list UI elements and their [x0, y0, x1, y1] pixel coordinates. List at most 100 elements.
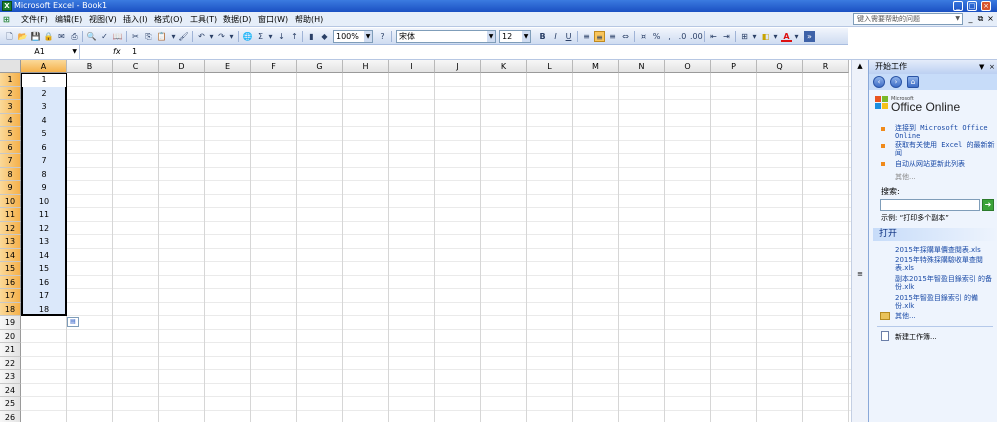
row-header[interactable]: 15 — [0, 262, 21, 276]
menu-file[interactable]: 文件(F) — [20, 14, 49, 25]
recent-file[interactable]: 2015年採購單價查閱表.xls — [895, 246, 995, 254]
scroll-up-icon[interactable]: ▲ — [854, 62, 866, 70]
chevron-down-icon[interactable]: ▼ — [364, 31, 372, 42]
minimize-icon[interactable]: _ — [953, 1, 963, 11]
row-header[interactable]: 8 — [0, 167, 21, 181]
research-icon[interactable]: 📖 — [112, 31, 123, 42]
row-header[interactable]: 7 — [0, 154, 21, 168]
cell-area[interactable] — [21, 73, 851, 422]
recent-file[interactable]: 副本2015年智盈目錄索引 的备份.xlk — [895, 275, 995, 291]
column-header[interactable]: P — [711, 60, 757, 73]
row-header[interactable]: 16 — [0, 275, 21, 289]
forward-icon[interactable]: › — [890, 76, 902, 88]
cell-a[interactable]: 6 — [21, 141, 67, 155]
maximize-icon[interactable]: □ — [967, 1, 977, 11]
link-latest-news[interactable]: 获取有关使用 Excel 的最新新闻 — [895, 141, 995, 157]
row-header[interactable]: 22 — [0, 356, 21, 370]
align-center-icon[interactable]: ≡ — [594, 31, 605, 42]
back-icon[interactable]: ‹ — [873, 76, 885, 88]
cell-a[interactable]: 15 — [21, 262, 67, 276]
redo-dropdown-icon[interactable]: ▾ — [226, 31, 237, 42]
row-header[interactable]: 25 — [0, 397, 21, 411]
column-header[interactable]: L — [527, 60, 573, 73]
insert-function-button[interactable]: fx — [113, 46, 121, 58]
email-icon[interactable]: ✉ — [56, 31, 67, 42]
row-header[interactable]: 19 — [0, 316, 21, 330]
scroll-thumb-grip-icon[interactable]: ≡ — [854, 270, 866, 278]
row-header[interactable]: 24 — [0, 383, 21, 397]
menu-view[interactable]: 视图(V) — [88, 14, 118, 25]
row-header[interactable]: 26 — [0, 410, 21, 422]
row-header[interactable]: 4 — [0, 113, 21, 127]
save-icon[interactable]: 💾 — [30, 31, 41, 42]
new-workbook-link[interactable]: 新建工作簿... — [895, 333, 995, 341]
row-header[interactable]: 3 — [0, 100, 21, 114]
column-header[interactable]: A — [21, 60, 67, 73]
column-header[interactable]: J — [435, 60, 481, 73]
cell-a[interactable]: 14 — [21, 249, 67, 263]
row-header[interactable]: 21 — [0, 343, 21, 357]
row-header[interactable]: 18 — [0, 302, 21, 316]
chevron-down-icon[interactable]: ▼ — [72, 45, 77, 59]
open-more-link[interactable]: 其他... — [895, 312, 995, 320]
home-icon[interactable]: ⌂ — [907, 76, 919, 88]
row-header[interactable]: 1 — [0, 73, 21, 87]
font-size-select[interactable]: 12 ▼ — [499, 30, 531, 43]
row-header[interactable]: 6 — [0, 140, 21, 154]
borders-dropdown-icon[interactable]: ▾ — [749, 31, 760, 42]
font-select[interactable]: 宋体 ▼ — [396, 30, 496, 43]
vertical-scrollbar[interactable]: ▲ ≡ — [851, 60, 868, 422]
link-auto-update[interactable]: 自动从网站更新此列表 — [895, 160, 995, 168]
row-header[interactable]: 13 — [0, 235, 21, 249]
format-painter-icon[interactable]: 🖌 — [178, 31, 189, 42]
formula-input[interactable]: 1 — [132, 45, 137, 59]
cell-a[interactable]: 3 — [21, 100, 67, 114]
row-header[interactable]: 5 — [0, 127, 21, 141]
column-header[interactable]: B — [67, 60, 113, 73]
help-icon[interactable]: ? — [377, 31, 388, 42]
cell-a[interactable]: 13 — [21, 235, 67, 249]
print-icon[interactable]: ⎙ — [69, 31, 80, 42]
recent-file[interactable]: 2015年智盈目錄索引 的備份.xlk — [895, 294, 995, 310]
open-icon[interactable]: 📂 — [17, 31, 28, 42]
cell-a[interactable]: 5 — [21, 127, 67, 141]
increase-indent-icon[interactable]: ⇥ — [721, 31, 732, 42]
row-header[interactable]: 10 — [0, 194, 21, 208]
chevron-down-icon[interactable]: ▼ — [955, 14, 960, 24]
column-header[interactable]: G — [297, 60, 343, 73]
column-header[interactable]: C — [113, 60, 159, 73]
cell-a[interactable]: 1 — [21, 73, 67, 87]
cell-a[interactable]: 12 — [21, 222, 67, 236]
new-icon[interactable]: 🗋 — [4, 31, 15, 42]
copy-icon[interactable]: ⎘ — [143, 31, 154, 42]
sort-descending-icon[interactable]: ↑ — [289, 31, 300, 42]
currency-icon[interactable]: ¤ — [638, 31, 649, 42]
menu-format[interactable]: 格式(O) — [153, 14, 184, 25]
auto-fill-options-icon[interactable]: ▤ — [67, 317, 79, 327]
close-icon[interactable]: × — [981, 1, 991, 11]
cell-a[interactable]: 2 — [21, 87, 67, 101]
doc-minimize-icon[interactable]: _ — [966, 14, 975, 24]
permission-icon[interactable]: 🔒 — [43, 31, 54, 42]
align-left-icon[interactable]: ≡ — [581, 31, 592, 42]
column-header[interactable]: M — [573, 60, 619, 73]
spelling-icon[interactable]: ✓ — [99, 31, 110, 42]
row-header[interactable]: 2 — [0, 86, 21, 100]
worksheet-grid[interactable]: ABCDEFGHIJKLMNOPQR 1 2 3 4 5 6 7 8 9 10 11 12 13 14 15… — [0, 60, 851, 422]
percent-style-button[interactable]: % — [651, 31, 662, 42]
more-link[interactable]: 其他... — [895, 172, 916, 182]
row-header[interactable]: 12 — [0, 221, 21, 235]
task-pane-title[interactable]: 开始工作 — [875, 62, 907, 71]
print-preview-icon[interactable]: 🔍 — [86, 31, 97, 42]
toolbar-options-icon[interactable]: » — [804, 31, 815, 42]
column-header[interactable]: H — [343, 60, 389, 73]
row-header[interactable]: 20 — [0, 329, 21, 343]
link-connect-online[interactable]: 连接到 Microsoft Office Online — [895, 124, 995, 140]
cell-a[interactable]: 18 — [21, 303, 67, 317]
menu-data[interactable]: 数据(D) — [222, 14, 252, 25]
hyperlink-icon[interactable]: 🌐 — [242, 31, 253, 42]
sort-ascending-icon[interactable]: ↓ — [276, 31, 287, 42]
bold-button[interactable]: B — [537, 31, 548, 42]
column-header[interactable]: I — [389, 60, 435, 73]
autosum-dropdown-icon[interactable]: ▾ — [265, 31, 276, 42]
